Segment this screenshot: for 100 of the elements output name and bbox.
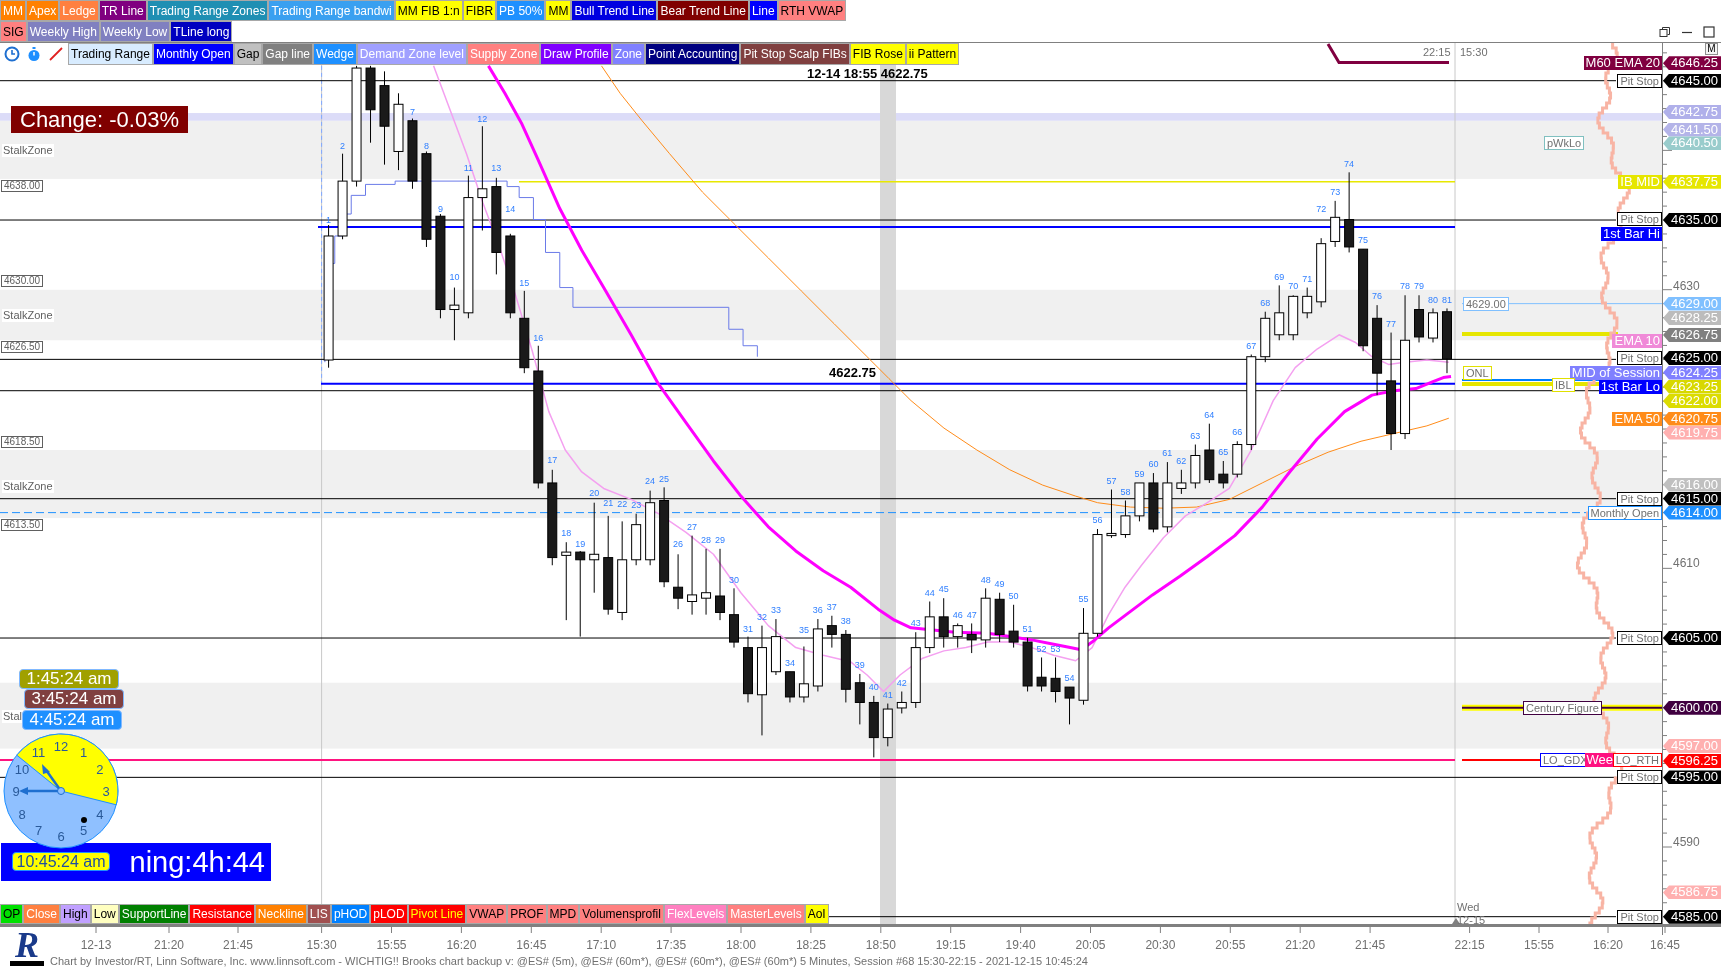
price-tag: 4642.75 bbox=[1663, 105, 1721, 119]
time-label: 15:30 bbox=[306, 938, 337, 952]
stopwatch-icon[interactable] bbox=[26, 46, 42, 62]
toolbar-button[interactable]: SIG bbox=[0, 21, 27, 42]
candlestick bbox=[784, 671, 795, 703]
toolbar-button[interactable]: MM bbox=[545, 0, 572, 21]
level-button[interactable]: SupportLine bbox=[118, 904, 190, 924]
level-button[interactable]: LIS bbox=[306, 904, 331, 924]
candlestick bbox=[854, 673, 865, 725]
maximize-icon[interactable] bbox=[1703, 25, 1715, 38]
level-button[interactable]: AoI bbox=[804, 904, 829, 924]
day-label: Wed bbox=[1457, 901, 1480, 914]
bar-number: 37 bbox=[826, 601, 837, 612]
line-tool-icon[interactable] bbox=[48, 46, 64, 62]
bar-number: 41 bbox=[882, 689, 893, 700]
time-label: 19:15 bbox=[935, 938, 966, 952]
bar-number: 29 bbox=[715, 535, 725, 545]
toolbar-button[interactable]: Weekly High bbox=[26, 21, 100, 42]
bar-number: 14 bbox=[505, 204, 516, 215]
toolbar-button[interactable]: Weekly Low bbox=[99, 21, 171, 42]
session-time-label: 15:30 bbox=[1460, 46, 1488, 59]
candlestick bbox=[994, 592, 1005, 643]
candlestick bbox=[1148, 472, 1159, 533]
time-label: 18:25 bbox=[795, 938, 826, 952]
bar-number: 13 bbox=[491, 162, 502, 173]
level-button[interactable]: Volumensprofil bbox=[579, 904, 664, 924]
clock-number: 4 bbox=[96, 807, 104, 822]
triangle-marker-icon bbox=[1452, 918, 1460, 924]
time-label: 22:15 bbox=[1454, 938, 1485, 952]
bar-number: 24 bbox=[645, 475, 656, 486]
bar-number: 31 bbox=[743, 623, 753, 634]
clock-time: 4:45:24 am bbox=[22, 710, 122, 730]
level-button[interactable]: Pivot Line bbox=[407, 904, 467, 924]
price-tag: 4614.00 bbox=[1663, 505, 1721, 520]
drawing-tool-button[interactable]: Draw Profile bbox=[540, 43, 612, 65]
time-label: 20:30 bbox=[1145, 938, 1176, 952]
bar-number: 51 bbox=[1022, 623, 1033, 634]
drawing-tool-button[interactable]: Monthly Open bbox=[152, 43, 234, 65]
level-button[interactable]: OP bbox=[0, 904, 24, 924]
bar-number: 28 bbox=[701, 535, 712, 545]
price-tag: 4646.25 bbox=[1663, 56, 1721, 71]
level-label: IBL bbox=[1552, 378, 1575, 392]
toolbar-button[interactable]: Bear Trend Line bbox=[657, 0, 749, 21]
drawing-tool-button[interactable]: Gap bbox=[233, 43, 263, 65]
bar-number: 11 bbox=[463, 162, 474, 173]
zone-label: StalkZone bbox=[2, 309, 54, 322]
level-button[interactable]: High bbox=[60, 904, 91, 924]
restore-icon[interactable] bbox=[1659, 25, 1671, 38]
price-tag: 4635.00 bbox=[1663, 213, 1721, 227]
level-button[interactable]: MPD bbox=[546, 904, 580, 924]
price-tag: 4645.00 bbox=[1663, 73, 1721, 88]
bar-number: 33 bbox=[770, 605, 781, 616]
toolbar-button[interactable]: TLine long bbox=[170, 21, 233, 42]
drawing-tool-button[interactable]: Point Accounting bbox=[645, 43, 741, 65]
time-label: 16:20 bbox=[446, 938, 477, 952]
toolbar-button[interactable]: Line bbox=[748, 0, 778, 21]
drawing-tool-button[interactable]: FIB Rose bbox=[849, 43, 906, 65]
bar-number: 1 bbox=[326, 214, 332, 225]
toolbar-button[interactable]: RTH VWAP bbox=[777, 0, 847, 21]
bar-number: 25 bbox=[659, 473, 670, 484]
bar-number: 62 bbox=[1176, 456, 1187, 466]
time-label: 20:05 bbox=[1075, 938, 1106, 952]
drawing-tool-button[interactable]: Trading Range bbox=[68, 43, 153, 65]
level-button[interactable]: VWAP bbox=[466, 904, 508, 924]
bar-number: 18 bbox=[561, 528, 572, 539]
level-label: LO_RTH bbox=[1612, 753, 1662, 767]
candlestick bbox=[673, 553, 684, 610]
toolbar-button[interactable]: MM FIB 1:n bbox=[394, 0, 463, 21]
bar-number: 27 bbox=[687, 521, 698, 532]
time-label: 18:00 bbox=[726, 938, 756, 952]
drawing-tool-button[interactable]: Gap line bbox=[262, 43, 314, 65]
bar-number: 61 bbox=[1162, 448, 1173, 459]
bar-number: 45 bbox=[938, 584, 949, 595]
clock-number: 9 bbox=[12, 785, 20, 799]
bar-number: 64 bbox=[1204, 409, 1215, 420]
bar-number: 50 bbox=[1008, 591, 1019, 601]
level-button[interactable]: Low bbox=[90, 904, 119, 924]
price-tag: 4629.00 bbox=[1663, 296, 1721, 311]
clock-number: 8 bbox=[18, 807, 26, 822]
drawing-tool-button[interactable]: Pit Stop Scalp FIBs bbox=[740, 43, 850, 65]
level-button[interactable]: pHOD bbox=[330, 904, 371, 924]
candlestick bbox=[1442, 307, 1452, 374]
toolbar-button[interactable]: Bull Trend Line bbox=[571, 0, 658, 21]
toolbar-button[interactable]: TR Line bbox=[98, 0, 147, 21]
bar-number: 23 bbox=[631, 499, 642, 510]
toolbar-button[interactable]: FIBR bbox=[462, 0, 497, 21]
level-button[interactable]: pLOD bbox=[370, 904, 408, 924]
price-tag: 4624.25 bbox=[1663, 365, 1721, 380]
cursor-readout: 12-14 18:55 4622.75 bbox=[807, 66, 928, 81]
bar-number: 19 bbox=[575, 539, 586, 550]
level-button[interactable]: PROF bbox=[507, 904, 547, 924]
clock-icon[interactable] bbox=[4, 46, 20, 62]
candlestick bbox=[701, 548, 712, 616]
level-button[interactable]: Resistance bbox=[189, 904, 255, 924]
drawing-tool-button[interactable]: ii Pattern bbox=[905, 43, 960, 65]
chart-mode-button[interactable]: M bbox=[1705, 43, 1718, 55]
level-label: MID of Session bbox=[1569, 365, 1662, 380]
bar-number: 16 bbox=[533, 333, 544, 344]
bar-number: 54 bbox=[1064, 673, 1075, 684]
toolbar-button[interactable]: Trading Range Zones bbox=[146, 0, 269, 21]
